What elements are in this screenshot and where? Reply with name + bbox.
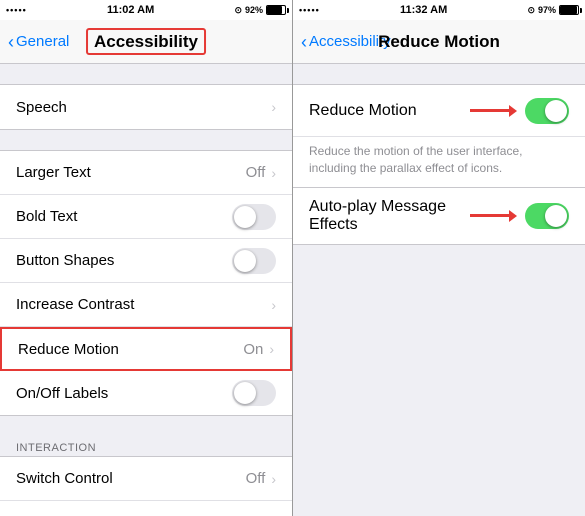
status-right-left: ⊙ 92%: [234, 5, 286, 16]
label-button-shapes: Button Shapes: [16, 252, 232, 269]
wifi-icon: ⊙: [234, 5, 242, 16]
signal-dots-right: •••••: [299, 5, 320, 15]
nav-title-left: Accessibility: [86, 32, 206, 52]
battery-fill-right: [560, 6, 577, 14]
toggle-knob-bold: [234, 206, 256, 228]
label-reduce-motion-right: Reduce Motion: [309, 102, 470, 120]
chevron-reduce-motion: ›: [269, 341, 274, 357]
item-bold-text[interactable]: Bold Text: [0, 195, 292, 239]
nav-bar-right: ‹ Accessibility Reduce Motion: [293, 20, 585, 64]
chevron-speech: ›: [271, 99, 276, 115]
item-reduce-motion-right[interactable]: Reduce Motion: [293, 85, 585, 137]
group-reduce-motion: Reduce Motion Reduce the motion of the u…: [293, 84, 585, 245]
time-right: 11:32 AM: [400, 4, 447, 16]
arrow-head-2: [509, 210, 517, 222]
group-speech: Speech ›: [0, 84, 292, 130]
value-reduce-motion: On: [243, 341, 263, 358]
back-chevron-right: ‹: [301, 33, 307, 51]
label-increase-contrast: Increase Contrast: [16, 296, 269, 313]
toggle-knob-onoff: [234, 382, 256, 404]
status-left-right: •••••: [299, 5, 320, 15]
toggle-reduce-motion-right[interactable]: [525, 98, 569, 124]
label-speech: Speech: [16, 99, 269, 116]
right-panel: ••••• 11:32 AM ⊙ 97% ‹ Accessibility Red…: [292, 0, 585, 516]
item-speech[interactable]: Speech ›: [0, 85, 292, 129]
toggle-onoff-labels[interactable]: [232, 380, 276, 406]
item-onoff-labels[interactable]: On/Off Labels: [0, 371, 292, 415]
battery-icon: [266, 5, 286, 15]
right-content: Reduce Motion Reduce the motion of the u…: [293, 64, 585, 516]
back-button-left[interactable]: ‹ General: [8, 33, 69, 51]
item-assistivetouch[interactable]: AssistiveTouch Off ›: [0, 501, 292, 516]
arrow-line-1: [470, 109, 510, 112]
back-label-left[interactable]: General: [16, 33, 69, 50]
chevron-switch-control: ›: [271, 471, 276, 487]
arrow-reduce-motion: [470, 105, 517, 117]
value-switch-control: Off: [246, 470, 266, 487]
toggle-knob-reduce-motion: [545, 100, 567, 122]
item-reduce-motion[interactable]: Reduce Motion On ›: [0, 327, 292, 371]
section-header-interaction: INTERACTION: [0, 436, 292, 456]
toggle-knob-autoplay: [545, 205, 567, 227]
label-larger-text: Larger Text: [16, 164, 246, 181]
description-reduce-motion: Reduce the motion of the user interface,…: [293, 137, 585, 188]
battery-percent: 92%: [245, 5, 263, 15]
signal-dots: •••••: [6, 5, 27, 15]
back-chevron-left: ‹: [8, 33, 14, 51]
status-right-right: ⊙ 97%: [527, 5, 579, 16]
wifi-icon-right: ⊙: [527, 5, 535, 16]
nav-title-text-right: Reduce Motion: [378, 32, 500, 51]
nav-title-text-left: Accessibility: [86, 28, 206, 55]
group-vision: Larger Text Off › Bold Text Button Shape…: [0, 150, 292, 416]
toggle-button-shapes[interactable]: [232, 248, 276, 274]
label-reduce-motion: Reduce Motion: [18, 341, 243, 358]
nav-bar-left: ‹ General Accessibility: [0, 20, 292, 64]
group-interaction: Switch Control Off › AssistiveTouch Off …: [0, 456, 292, 516]
arrow-autoplay: [470, 210, 517, 222]
toggle-bold-text[interactable]: [232, 204, 276, 230]
item-switch-control[interactable]: Switch Control Off ›: [0, 457, 292, 501]
chevron-increase-contrast: ›: [271, 297, 276, 313]
settings-list-left: Speech › Larger Text Off › Bold Text But…: [0, 64, 292, 516]
item-larger-text[interactable]: Larger Text Off ›: [0, 151, 292, 195]
toggle-autoplay-effects[interactable]: [525, 203, 569, 229]
item-autoplay-effects[interactable]: Auto-play Message Effects: [293, 188, 585, 244]
status-bar-left: ••••• 11:02 AM ⊙ 92%: [0, 0, 292, 20]
item-increase-contrast[interactable]: Increase Contrast ›: [0, 283, 292, 327]
toggle-knob-button-shapes: [234, 250, 256, 272]
value-larger-text: Off: [246, 164, 266, 181]
label-bold-text: Bold Text: [16, 208, 232, 225]
battery-percent-right: 97%: [538, 5, 556, 15]
arrow-head-1: [509, 105, 517, 117]
chevron-larger-text: ›: [271, 165, 276, 181]
item-button-shapes[interactable]: Button Shapes: [0, 239, 292, 283]
battery-fill: [267, 6, 282, 14]
battery-icon-right: [559, 5, 579, 15]
label-onoff-labels: On/Off Labels: [16, 385, 232, 402]
status-left: •••••: [6, 5, 27, 15]
label-autoplay-effects: Auto-play Message Effects: [309, 198, 470, 234]
left-panel: ••••• 11:02 AM ⊙ 92% ‹ General Accessibi…: [0, 0, 292, 516]
nav-title-right: Reduce Motion: [378, 32, 500, 52]
arrow-line-2: [470, 214, 510, 217]
time-left: 11:02 AM: [107, 4, 154, 16]
label-switch-control: Switch Control: [16, 470, 246, 487]
status-bar-right: ••••• 11:32 AM ⊙ 97%: [293, 0, 585, 20]
